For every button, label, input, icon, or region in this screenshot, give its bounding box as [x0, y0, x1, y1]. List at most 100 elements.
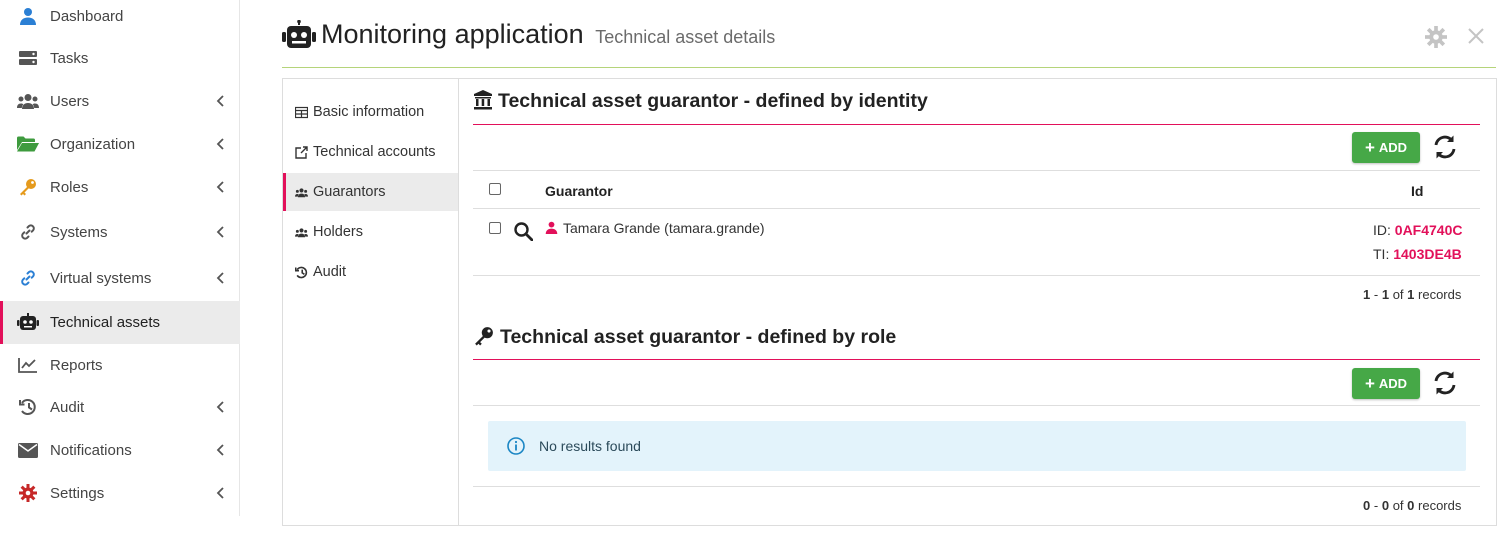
section-divider: [473, 359, 1480, 360]
building-icon: [474, 90, 492, 110]
empty-results-message: No results found: [539, 438, 641, 454]
chart-line-icon: [17, 355, 39, 375]
sidebar-item-roles[interactable]: Roles: [0, 168, 240, 206]
identity-id-prefix: ID:: [1373, 222, 1391, 238]
add-guarantor-role-button[interactable]: + ADD: [1352, 368, 1420, 399]
tab-label: Audit: [313, 264, 347, 280]
records-count: 0 - 0 of 0 records: [1363, 498, 1461, 513]
tab-guarantors[interactable]: Guarantors: [283, 173, 458, 211]
history-icon: [17, 397, 39, 417]
tab-label: Guarantors: [313, 184, 386, 200]
info-icon: [507, 437, 525, 455]
page-subtitle: Technical asset details: [595, 27, 776, 47]
users-icon: [17, 91, 39, 111]
tab-basic-information[interactable]: Basic information: [283, 93, 458, 131]
robot-icon: [282, 20, 316, 48]
identity-ti: TI: 1403DE4B: [1373, 246, 1462, 262]
add-guarantor-identity-button[interactable]: + ADD: [1352, 132, 1420, 163]
empty-results-alert: No results found: [488, 421, 1466, 471]
guarantor-link[interactable]: Tamara Grande (tamara.grande): [563, 220, 765, 236]
chevron-left-icon: [216, 226, 224, 238]
chevron-left-icon: [216, 272, 224, 284]
tab-label: Basic information: [313, 104, 425, 120]
sidebar-item-systems[interactable]: Systems: [0, 213, 240, 251]
sidebar-item-label: Settings: [50, 484, 105, 502]
chevron-left-icon: [216, 95, 224, 107]
plus-icon: +: [1364, 138, 1375, 157]
records-from: 1: [1363, 287, 1371, 302]
refresh-icon[interactable]: [1432, 370, 1458, 396]
user-icon: [545, 221, 558, 234]
sidebar-item-organization[interactable]: Organization: [0, 125, 240, 163]
sidebar-item-label: Notifications: [50, 441, 132, 459]
records-total: 1: [1407, 287, 1415, 302]
records-total: 0: [1407, 498, 1415, 513]
identity-ti-value[interactable]: 1403DE4B: [1393, 246, 1462, 262]
sidebar-item-label: Technical assets: [50, 314, 161, 331]
chevron-left-icon: [216, 487, 224, 499]
table-bottom-border: [473, 275, 1480, 276]
chevron-left-icon: [216, 138, 224, 150]
users-icon: [295, 228, 308, 238]
gear-icon[interactable]: [1425, 26, 1447, 48]
chevron-left-icon: [216, 181, 224, 193]
records-of: of: [1392, 498, 1404, 513]
sidebar-item-reports[interactable]: Reports: [0, 346, 240, 384]
page-title: Monitoring application Technical asset d…: [321, 19, 775, 50]
sidebar-item-label: Users: [50, 92, 90, 110]
search-icon[interactable]: [514, 222, 533, 241]
table-top-border: [473, 405, 1480, 406]
detail-subnav: Basic information Technical accounts Gua…: [283, 79, 459, 525]
table-bottom-border: [473, 486, 1480, 487]
envelope-icon: [17, 440, 39, 460]
table-top-border: [473, 170, 1480, 171]
close-icon[interactable]: [1467, 27, 1485, 45]
folder-open-icon: [17, 134, 39, 154]
plus-icon: +: [1364, 374, 1375, 393]
sidebar-item-users[interactable]: Users: [0, 82, 240, 120]
tab-holders[interactable]: Holders: [283, 213, 458, 251]
tab-audit[interactable]: Audit: [283, 253, 458, 291]
external-link-icon: [295, 146, 308, 159]
tab-label: Holders: [313, 224, 363, 240]
identity-id-value[interactable]: 0AF4740C: [1395, 222, 1463, 238]
row-checkbox[interactable]: [489, 222, 501, 234]
refresh-icon[interactable]: [1432, 134, 1458, 160]
sidebar-item-settings[interactable]: Settings: [0, 474, 240, 512]
records-to: 0: [1381, 498, 1390, 513]
header-divider: [282, 67, 1496, 68]
section-divider: [473, 124, 1480, 125]
sidebar-item-label: Dashboard: [50, 7, 124, 25]
robot-icon: [17, 312, 39, 332]
key-icon: [475, 327, 493, 346]
records-from: 0: [1363, 498, 1371, 513]
sidebar-item-label: Systems: [50, 223, 108, 241]
sidebar-item-notifications[interactable]: Notifications: [0, 431, 240, 469]
section-title-identity: Technical asset guarantor - defined by i…: [498, 90, 928, 112]
sidebar-item-label: Audit: [50, 398, 85, 416]
tab-label: Technical accounts: [313, 144, 436, 160]
column-header-guarantor: Guarantor: [545, 183, 613, 199]
sidebar-item-virtual-systems[interactable]: Virtual systems: [0, 259, 240, 297]
users-icon: [295, 188, 308, 198]
gear-icon: [17, 483, 39, 503]
records-word: records: [1418, 287, 1462, 302]
sidebar-item-label: Roles: [50, 178, 89, 196]
history-icon: [295, 266, 308, 279]
sidebar-item-dashboard[interactable]: Dashboard: [0, 0, 240, 35]
records-word: records: [1418, 498, 1462, 513]
sidebar-item-audit[interactable]: Audit: [0, 388, 240, 426]
tasks-icon: [17, 48, 39, 68]
tab-technical-accounts[interactable]: Technical accounts: [283, 133, 458, 171]
records-to: 1: [1381, 287, 1390, 302]
identity-id: ID: 0AF4740C: [1373, 222, 1462, 238]
sidebar-item-label: Organization: [50, 135, 136, 153]
user-icon: [17, 6, 39, 26]
sidebar-item-tasks[interactable]: Tasks: [0, 39, 240, 77]
records-dash: -: [1373, 287, 1379, 302]
sidebar-item-technical-assets[interactable]: Technical assets: [0, 301, 240, 344]
link-icon: [17, 268, 39, 288]
sidebar-item-label: Tasks: [50, 49, 89, 67]
identity-ti-prefix: TI:: [1373, 246, 1390, 262]
select-all-checkbox[interactable]: [489, 183, 501, 195]
